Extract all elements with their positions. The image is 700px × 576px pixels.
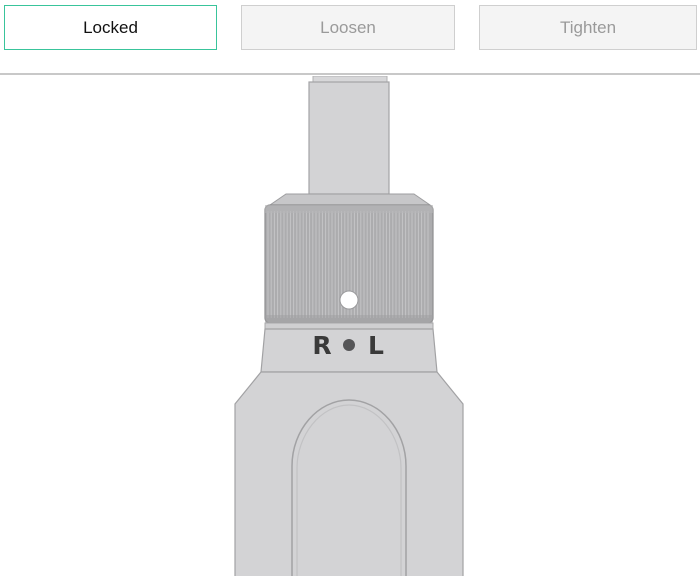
direction-indicator-dot-icon	[343, 339, 355, 351]
handle-body	[234, 371, 464, 576]
loosen-button[interactable]: Loosen	[241, 5, 455, 50]
ratchet-direction-screen: Locked Loosen Tighten R L	[0, 0, 700, 576]
indicator-hole-icon	[339, 290, 359, 310]
screwdriver-illustration: R L	[0, 76, 700, 576]
direction-left-label: L	[368, 331, 384, 360]
tighten-button[interactable]: Tighten	[479, 5, 697, 50]
locked-button[interactable]: Locked	[4, 5, 217, 50]
collar-cap	[268, 193, 432, 206]
direction-right-label: R	[312, 331, 331, 360]
shaft	[308, 76, 390, 195]
collar-base-ring	[264, 322, 434, 330]
mode-toolbar: Locked Loosen Tighten	[0, 0, 700, 75]
